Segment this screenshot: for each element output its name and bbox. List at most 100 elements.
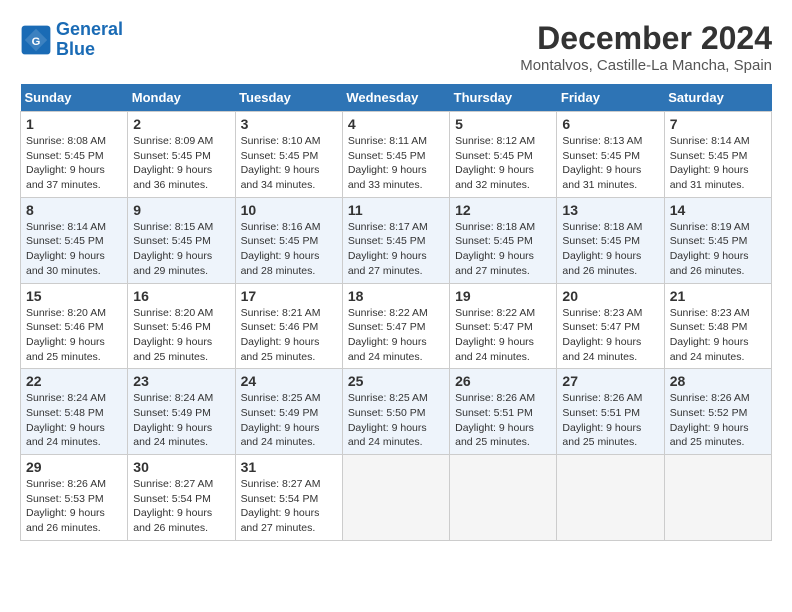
header-row: SundayMondayTuesdayWednesdayThursdayFrid… — [21, 84, 772, 112]
week-row-2: 8 Sunrise: 8:14 AMSunset: 5:45 PMDayligh… — [21, 197, 772, 283]
day-number: 4 — [348, 116, 444, 132]
day-info: Sunrise: 8:27 AMSunset: 5:54 PMDaylight:… — [133, 477, 229, 536]
day-info: Sunrise: 8:20 AMSunset: 5:46 PMDaylight:… — [133, 306, 229, 365]
day-info: Sunrise: 8:18 AMSunset: 5:45 PMDaylight:… — [562, 220, 658, 279]
day-number: 30 — [133, 459, 229, 475]
day-number: 14 — [670, 202, 766, 218]
calendar-cell: 6 Sunrise: 8:13 AMSunset: 5:45 PMDayligh… — [557, 112, 664, 198]
col-header-sunday: Sunday — [21, 84, 128, 112]
day-info: Sunrise: 8:11 AMSunset: 5:45 PMDaylight:… — [348, 134, 444, 193]
day-number: 27 — [562, 373, 658, 389]
calendar-cell — [664, 455, 771, 541]
week-row-1: 1 Sunrise: 8:08 AMSunset: 5:45 PMDayligh… — [21, 112, 772, 198]
day-info: Sunrise: 8:26 AMSunset: 5:51 PMDaylight:… — [455, 391, 551, 450]
location: Montalvos, Castille-La Mancha, Spain — [520, 57, 772, 74]
day-number: 24 — [241, 373, 337, 389]
day-info: Sunrise: 8:27 AMSunset: 5:54 PMDaylight:… — [241, 477, 337, 536]
day-number: 19 — [455, 288, 551, 304]
day-number: 31 — [241, 459, 337, 475]
week-row-5: 29 Sunrise: 8:26 AMSunset: 5:53 PMDaylig… — [21, 455, 772, 541]
day-info: Sunrise: 8:24 AMSunset: 5:48 PMDaylight:… — [26, 391, 122, 450]
day-info: Sunrise: 8:26 AMSunset: 5:52 PMDaylight:… — [670, 391, 766, 450]
day-info: Sunrise: 8:24 AMSunset: 5:49 PMDaylight:… — [133, 391, 229, 450]
calendar-cell: 2 Sunrise: 8:09 AMSunset: 5:45 PMDayligh… — [128, 112, 235, 198]
day-info: Sunrise: 8:12 AMSunset: 5:45 PMDaylight:… — [455, 134, 551, 193]
logo-text: General Blue — [56, 20, 123, 60]
calendar-cell: 22 Sunrise: 8:24 AMSunset: 5:48 PMDaylig… — [21, 369, 128, 455]
day-number: 15 — [26, 288, 122, 304]
calendar-cell: 8 Sunrise: 8:14 AMSunset: 5:45 PMDayligh… — [21, 197, 128, 283]
calendar-cell: 30 Sunrise: 8:27 AMSunset: 5:54 PMDaylig… — [128, 455, 235, 541]
day-number: 7 — [670, 116, 766, 132]
calendar-cell: 4 Sunrise: 8:11 AMSunset: 5:45 PMDayligh… — [342, 112, 449, 198]
day-number: 11 — [348, 202, 444, 218]
logo-line1: General — [56, 19, 123, 39]
day-number: 5 — [455, 116, 551, 132]
day-info: Sunrise: 8:26 AMSunset: 5:53 PMDaylight:… — [26, 477, 122, 536]
day-number: 26 — [455, 373, 551, 389]
day-number: 25 — [348, 373, 444, 389]
calendar-cell: 28 Sunrise: 8:26 AMSunset: 5:52 PMDaylig… — [664, 369, 771, 455]
day-info: Sunrise: 8:22 AMSunset: 5:47 PMDaylight:… — [348, 306, 444, 365]
calendar-cell: 31 Sunrise: 8:27 AMSunset: 5:54 PMDaylig… — [235, 455, 342, 541]
day-info: Sunrise: 8:14 AMSunset: 5:45 PMDaylight:… — [670, 134, 766, 193]
svg-text:G: G — [32, 36, 41, 48]
day-info: Sunrise: 8:25 AMSunset: 5:50 PMDaylight:… — [348, 391, 444, 450]
col-header-saturday: Saturday — [664, 84, 771, 112]
calendar-cell: 1 Sunrise: 8:08 AMSunset: 5:45 PMDayligh… — [21, 112, 128, 198]
calendar-cell: 24 Sunrise: 8:25 AMSunset: 5:49 PMDaylig… — [235, 369, 342, 455]
day-number: 12 — [455, 202, 551, 218]
day-number: 6 — [562, 116, 658, 132]
calendar-cell: 14 Sunrise: 8:19 AMSunset: 5:45 PMDaylig… — [664, 197, 771, 283]
day-number: 13 — [562, 202, 658, 218]
day-info: Sunrise: 8:26 AMSunset: 5:51 PMDaylight:… — [562, 391, 658, 450]
day-number: 20 — [562, 288, 658, 304]
calendar-cell: 21 Sunrise: 8:23 AMSunset: 5:48 PMDaylig… — [664, 283, 771, 369]
day-info: Sunrise: 8:10 AMSunset: 5:45 PMDaylight:… — [241, 134, 337, 193]
day-number: 17 — [241, 288, 337, 304]
col-header-tuesday: Tuesday — [235, 84, 342, 112]
calendar-cell: 9 Sunrise: 8:15 AMSunset: 5:45 PMDayligh… — [128, 197, 235, 283]
calendar-cell: 7 Sunrise: 8:14 AMSunset: 5:45 PMDayligh… — [664, 112, 771, 198]
calendar-cell: 18 Sunrise: 8:22 AMSunset: 5:47 PMDaylig… — [342, 283, 449, 369]
header: G General Blue December 2024 Montalvos, … — [20, 20, 772, 74]
calendar-cell: 19 Sunrise: 8:22 AMSunset: 5:47 PMDaylig… — [450, 283, 557, 369]
calendar-cell: 26 Sunrise: 8:26 AMSunset: 5:51 PMDaylig… — [450, 369, 557, 455]
day-info: Sunrise: 8:23 AMSunset: 5:47 PMDaylight:… — [562, 306, 658, 365]
logo: G General Blue — [20, 20, 123, 60]
day-info: Sunrise: 8:20 AMSunset: 5:46 PMDaylight:… — [26, 306, 122, 365]
calendar-cell: 27 Sunrise: 8:26 AMSunset: 5:51 PMDaylig… — [557, 369, 664, 455]
day-info: Sunrise: 8:25 AMSunset: 5:49 PMDaylight:… — [241, 391, 337, 450]
day-info: Sunrise: 8:15 AMSunset: 5:45 PMDaylight:… — [133, 220, 229, 279]
week-row-3: 15 Sunrise: 8:20 AMSunset: 5:46 PMDaylig… — [21, 283, 772, 369]
calendar-cell: 15 Sunrise: 8:20 AMSunset: 5:46 PMDaylig… — [21, 283, 128, 369]
day-info: Sunrise: 8:19 AMSunset: 5:45 PMDaylight:… — [670, 220, 766, 279]
day-number: 8 — [26, 202, 122, 218]
day-number: 1 — [26, 116, 122, 132]
day-number: 18 — [348, 288, 444, 304]
day-info: Sunrise: 8:13 AMSunset: 5:45 PMDaylight:… — [562, 134, 658, 193]
col-header-monday: Monday — [128, 84, 235, 112]
day-number: 21 — [670, 288, 766, 304]
day-info: Sunrise: 8:08 AMSunset: 5:45 PMDaylight:… — [26, 134, 122, 193]
logo-line2: Blue — [56, 39, 95, 59]
day-number: 23 — [133, 373, 229, 389]
calendar-cell: 29 Sunrise: 8:26 AMSunset: 5:53 PMDaylig… — [21, 455, 128, 541]
day-number: 29 — [26, 459, 122, 475]
col-header-thursday: Thursday — [450, 84, 557, 112]
calendar-cell — [450, 455, 557, 541]
calendar-cell: 12 Sunrise: 8:18 AMSunset: 5:45 PMDaylig… — [450, 197, 557, 283]
calendar-table: SundayMondayTuesdayWednesdayThursdayFrid… — [20, 84, 772, 541]
day-number: 28 — [670, 373, 766, 389]
day-number: 16 — [133, 288, 229, 304]
week-row-4: 22 Sunrise: 8:24 AMSunset: 5:48 PMDaylig… — [21, 369, 772, 455]
day-number: 9 — [133, 202, 229, 218]
day-info: Sunrise: 8:16 AMSunset: 5:45 PMDaylight:… — [241, 220, 337, 279]
calendar-cell — [557, 455, 664, 541]
month-year: December 2024 — [520, 20, 772, 57]
day-info: Sunrise: 8:14 AMSunset: 5:45 PMDaylight:… — [26, 220, 122, 279]
day-info: Sunrise: 8:17 AMSunset: 5:45 PMDaylight:… — [348, 220, 444, 279]
day-number: 3 — [241, 116, 337, 132]
day-info: Sunrise: 8:22 AMSunset: 5:47 PMDaylight:… — [455, 306, 551, 365]
calendar-cell — [342, 455, 449, 541]
